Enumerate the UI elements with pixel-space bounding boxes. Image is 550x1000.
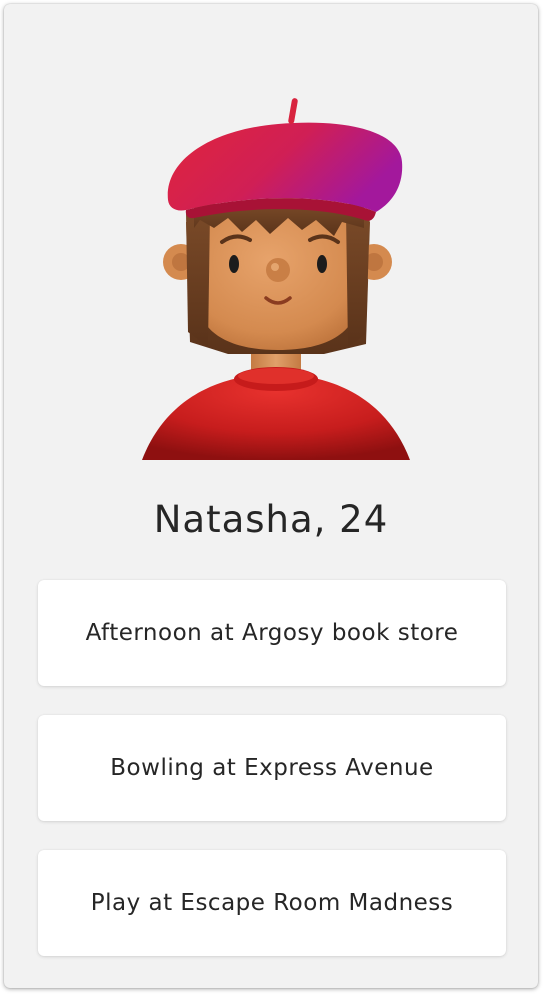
date-option-button[interactable]: Bowling at Express Avenue bbox=[38, 715, 506, 821]
date-option-label: Play at Escape Room Madness bbox=[90, 890, 454, 916]
avatar-woman-beret-icon bbox=[142, 98, 410, 460]
date-option-button[interactable]: Play at Escape Room Madness bbox=[38, 850, 506, 956]
date-option-label: Afternoon at Argosy book store bbox=[85, 620, 459, 646]
date-option-label: Bowling at Express Avenue bbox=[110, 755, 434, 781]
profile-card: Natasha, 24 Afternoon at Argosy book sto… bbox=[4, 4, 538, 988]
avatar bbox=[138, 92, 414, 462]
date-option-button[interactable]: Afternoon at Argosy book store bbox=[38, 580, 506, 686]
profile-name: Natasha, 24 bbox=[153, 498, 389, 541]
